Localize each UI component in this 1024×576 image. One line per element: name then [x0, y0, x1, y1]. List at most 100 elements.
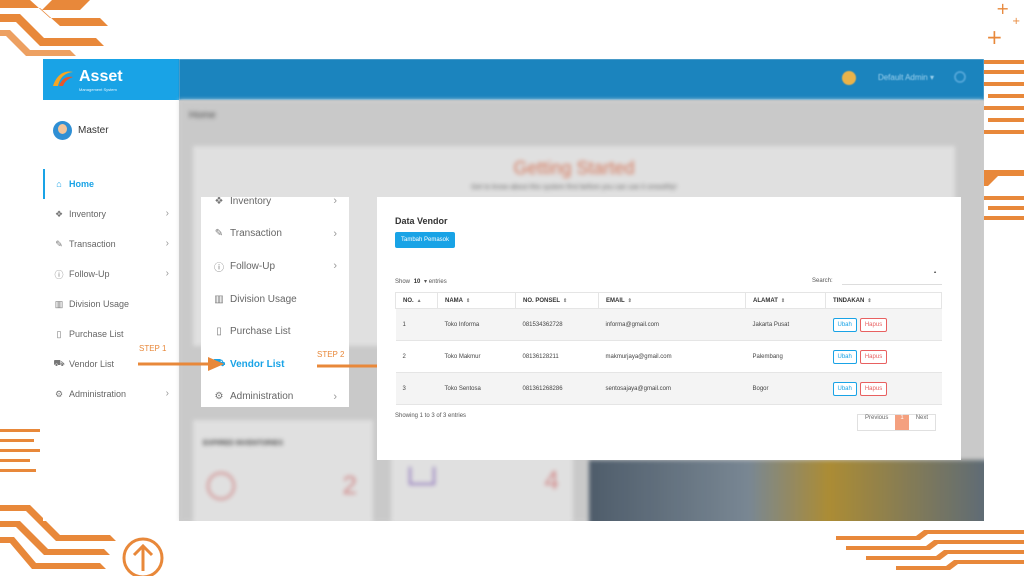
cell-actions: Ubah Hapus: [825, 308, 942, 341]
column-header-tindakan[interactable]: TINDAKAN ⇕: [825, 292, 942, 309]
cell-actions: Ubah Hapus: [825, 372, 942, 405]
avatar: [53, 121, 72, 140]
edit-button[interactable]: Ubah: [832, 381, 857, 396]
svg-text:+: +: [986, 25, 1003, 49]
profile-name: Master: [78, 125, 109, 136]
sort-icon: ⇕: [563, 297, 568, 304]
sidebar-item-label: Division Usage: [69, 299, 130, 309]
clipboard-icon: ▯: [56, 328, 62, 339]
cart-icon: ⛟: [53, 358, 65, 368]
cell-ponsel: 08136128211: [515, 340, 599, 373]
home-icon: ⌂: [56, 179, 62, 189]
sidebar-item-inventory[interactable]: ❖ Inventory ›: [43, 199, 179, 229]
user-avatar[interactable]: [842, 71, 856, 85]
decor-bottom-right: [836, 530, 1024, 576]
chevron-right-icon: ›: [165, 388, 169, 399]
page-1-button[interactable]: 1: [895, 415, 909, 430]
delete-button[interactable]: Hapus: [859, 349, 888, 364]
cell-nama: Toko Informa: [437, 308, 516, 341]
chevron-right-icon: ›: [333, 260, 337, 273]
edit-button[interactable]: Ubah: [832, 349, 857, 364]
chevron-right-icon: ›: [165, 208, 169, 219]
column-header-no[interactable]: NO. ▲: [395, 292, 438, 309]
menu-item-inventory[interactable]: ❖ Inventory ›: [201, 197, 349, 218]
bar-chart-icon: ▥: [54, 298, 64, 309]
decor-top-left: [0, 0, 110, 60]
cell-no: 3: [395, 372, 438, 405]
column-header-email[interactable]: EMAIL ⇕: [598, 292, 746, 309]
table-row: 3 Toko Sentosa 081361268286 sentosajaya@…: [395, 372, 942, 405]
brand-header: Asset Management System: [43, 59, 179, 100]
gear-icon: ⚙: [54, 388, 64, 399]
menu-item-transaction[interactable]: ✎ Transaction ›: [201, 218, 349, 251]
entries-label: entries: [428, 279, 447, 285]
chevron-right-icon: ›: [165, 268, 169, 279]
cell-email: informa@gmail.com: [598, 308, 746, 341]
sort-icon: ⇕: [867, 297, 872, 304]
data-vendor-panel: Data Vendor Tambah Pemasok Show 10 ▾ ent…: [377, 197, 961, 460]
gear-icon: ⚙: [214, 391, 224, 403]
next-page-button[interactable]: Next: [909, 415, 935, 430]
user-menu[interactable]: Default Admin ▾: [878, 73, 934, 82]
logo-icon: [51, 68, 75, 92]
menu-item-purchase-list[interactable]: ▯ Purchase List: [201, 315, 349, 348]
sidebar-item-label: Purchase List: [69, 329, 124, 339]
sidebar-item-division-usage[interactable]: ▥ Division Usage: [43, 289, 179, 319]
menu-item-label: Purchase List: [230, 326, 291, 338]
cell-nama: Toko Sentosa: [437, 372, 516, 405]
sidebar: Asset Management System Master ⌂ Home ❖ …: [43, 59, 179, 521]
sidebar-item-label: Vendor List: [69, 359, 115, 369]
brand-name: Asset: [79, 68, 123, 85]
settings-icon[interactable]: [954, 71, 966, 83]
top-bar: Default Admin ▾: [179, 59, 984, 100]
cell-no: 2: [395, 340, 438, 373]
menu-item-label: Transaction: [230, 228, 282, 240]
clipboard-icon: ▯: [216, 326, 222, 338]
sidebar-item-label: Follow-Up: [69, 269, 110, 279]
previous-page-button[interactable]: Previous: [858, 415, 895, 430]
add-vendor-button[interactable]: Tambah Pemasok: [395, 232, 456, 248]
menu-item-label: Administration: [230, 391, 294, 403]
edit-button[interactable]: Ubah: [832, 317, 857, 332]
search-input[interactable]: [842, 273, 942, 285]
menu-item-division-usage[interactable]: ▥ Division Usage: [201, 283, 349, 316]
column-header-ponsel[interactable]: NO. PONSEL ⇕: [515, 292, 599, 309]
column-header-nama[interactable]: NAMA ⇕: [437, 292, 516, 309]
menu-item-administration[interactable]: ⚙ Administration ›: [201, 381, 349, 407]
step-1-arrow-icon: [138, 356, 224, 376]
page-length-select[interactable]: 10: [414, 279, 421, 285]
info-icon: ⓘ: [54, 269, 64, 280]
cell-ponsel: 081361268286: [515, 372, 599, 405]
sort-icon: ⇕: [627, 297, 632, 304]
sort-icon: ⇕: [466, 297, 471, 304]
delete-button[interactable]: Hapus: [859, 317, 888, 332]
column-header-alamat[interactable]: ALAMAT ⇕: [745, 292, 826, 309]
sidebar-item-home[interactable]: ⌂ Home: [43, 169, 179, 199]
menu-item-label: Inventory: [230, 197, 272, 207]
delete-button[interactable]: Hapus: [859, 381, 888, 396]
sidebar-item-transaction[interactable]: ✎ Transaction ›: [43, 229, 179, 259]
sidebar-item-label: Inventory: [69, 209, 107, 219]
profile[interactable]: Master: [53, 121, 109, 140]
cell-alamat: Bogor: [745, 372, 826, 405]
table-header-row: NO. ▲ NAMA ⇕ NO. PONSEL ⇕ EMAIL ⇕ ALAMAT ⇕ TI…: [395, 292, 942, 309]
sidebar-item-follow-up[interactable]: ⓘ Follow-Up ›: [43, 259, 179, 289]
sidebar-item-label: Transaction: [69, 239, 116, 249]
edit-icon: ✎: [55, 238, 63, 249]
sidebar-item-administration[interactable]: ⚙ Administration ›: [43, 379, 179, 409]
boxes-icon: ❖: [54, 208, 64, 219]
pagination: Previous 1 Next: [857, 414, 937, 431]
brand-subtitle: Management System: [79, 87, 117, 92]
cell-email: sentosajaya@gmail.com: [598, 372, 746, 405]
cell-ponsel: 081534362728: [515, 308, 599, 341]
show-label: Show: [395, 279, 411, 285]
cell-actions: Ubah Hapus: [825, 340, 942, 373]
boxes-icon: ❖: [214, 197, 224, 207]
step-1-label: STEP 1: [139, 344, 167, 353]
panel-title: Data Vendor: [395, 216, 448, 226]
sort-asc-icon: ▲: [416, 297, 422, 304]
bar-chart-icon: ▥: [214, 293, 224, 305]
menu-item-follow-up[interactable]: ⓘ Follow-Up ›: [201, 250, 349, 283]
cell-email: makmurjaya@gmail.com: [598, 340, 746, 373]
chevron-right-icon: ›: [333, 390, 337, 403]
